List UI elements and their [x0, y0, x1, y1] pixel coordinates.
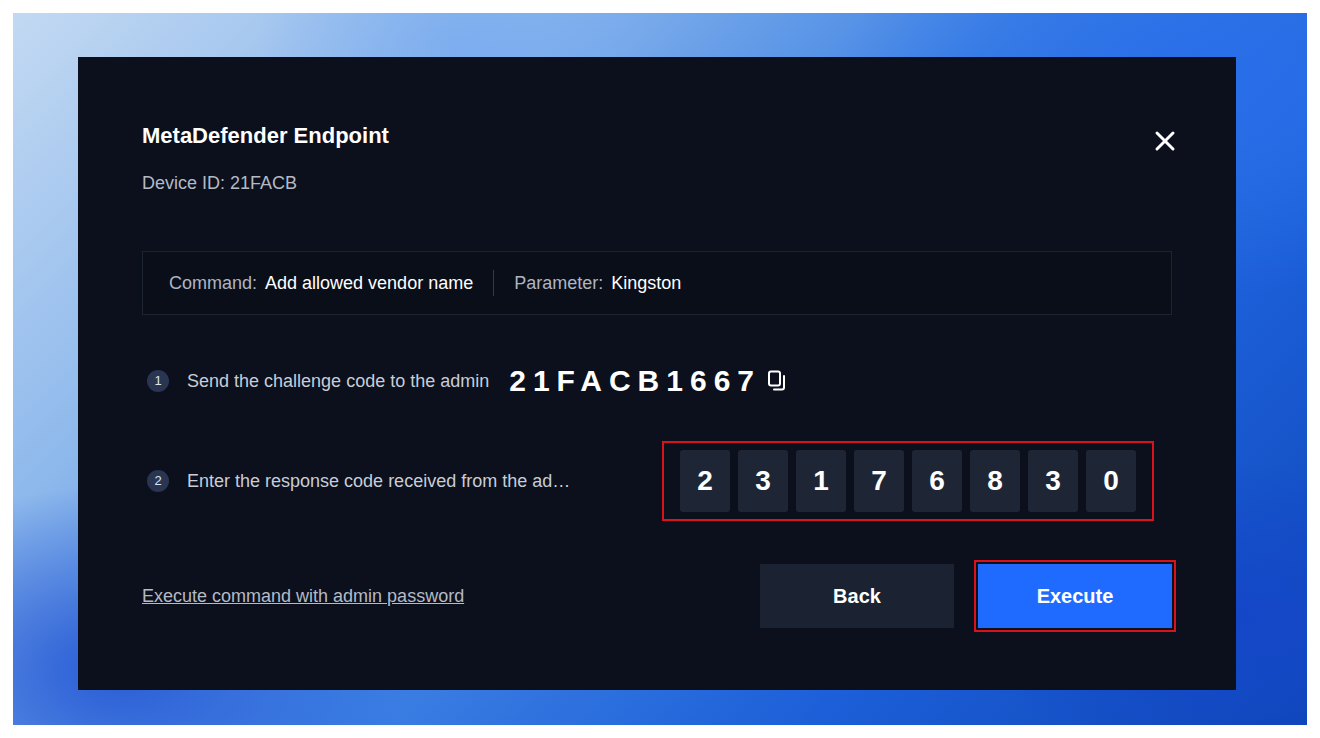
step-number: 1 [147, 370, 169, 392]
response-digit[interactable]: 6 [912, 450, 962, 512]
button-label: Execute [1037, 585, 1114, 607]
response-digit[interactable]: 7 [854, 450, 904, 512]
response-digit[interactable]: 1 [796, 450, 846, 512]
back-button[interactable]: Back [760, 564, 954, 628]
button-highlight: Back [756, 560, 958, 632]
parameter-label: Parameter: [514, 270, 603, 297]
execute-button[interactable]: Execute [978, 564, 1172, 628]
challenge-code: 21FACB1667 [509, 361, 761, 401]
challenge-label: Send the challenge code to the admin [187, 368, 489, 395]
button-highlight: Execute [974, 560, 1176, 632]
parameter-value: Kingston [611, 270, 681, 297]
desktop-wallpaper: MetaDefender Endpoint Device ID: 21FACB … [13, 13, 1307, 725]
response-label: Enter the response code received from th… [187, 468, 657, 495]
dialog: MetaDefender Endpoint Device ID: 21FACB … [78, 57, 1236, 690]
response-digit[interactable]: 0 [1086, 450, 1136, 512]
separator [493, 270, 494, 296]
challenge-step: 1 Send the challenge code to the admin 2… [142, 361, 1172, 401]
response-step: 2 Enter the response code received from … [142, 441, 1172, 521]
command-box: Command: Add allowed vendor name Paramet… [142, 251, 1172, 315]
command-value: Add allowed vendor name [265, 270, 473, 297]
device-id: Device ID: 21FACB [142, 169, 389, 197]
screen: MetaDefender Endpoint Device ID: 21FACB … [0, 0, 1320, 738]
response-digit[interactable]: 3 [738, 450, 788, 512]
response-digit[interactable]: 2 [680, 450, 730, 512]
step-number: 2 [147, 470, 169, 492]
command-label: Command: [169, 270, 257, 297]
copy-icon[interactable] [765, 369, 789, 393]
response-digit[interactable]: 3 [1028, 450, 1078, 512]
dialog-title: MetaDefender Endpoint [142, 122, 389, 150]
admin-password-link[interactable]: Execute command with admin password [142, 583, 464, 610]
button-label: Back [833, 585, 881, 607]
response-digit[interactable]: 8 [970, 450, 1020, 512]
close-icon[interactable] [1152, 128, 1178, 154]
response-code-field[interactable]: 23176830 [662, 441, 1154, 521]
